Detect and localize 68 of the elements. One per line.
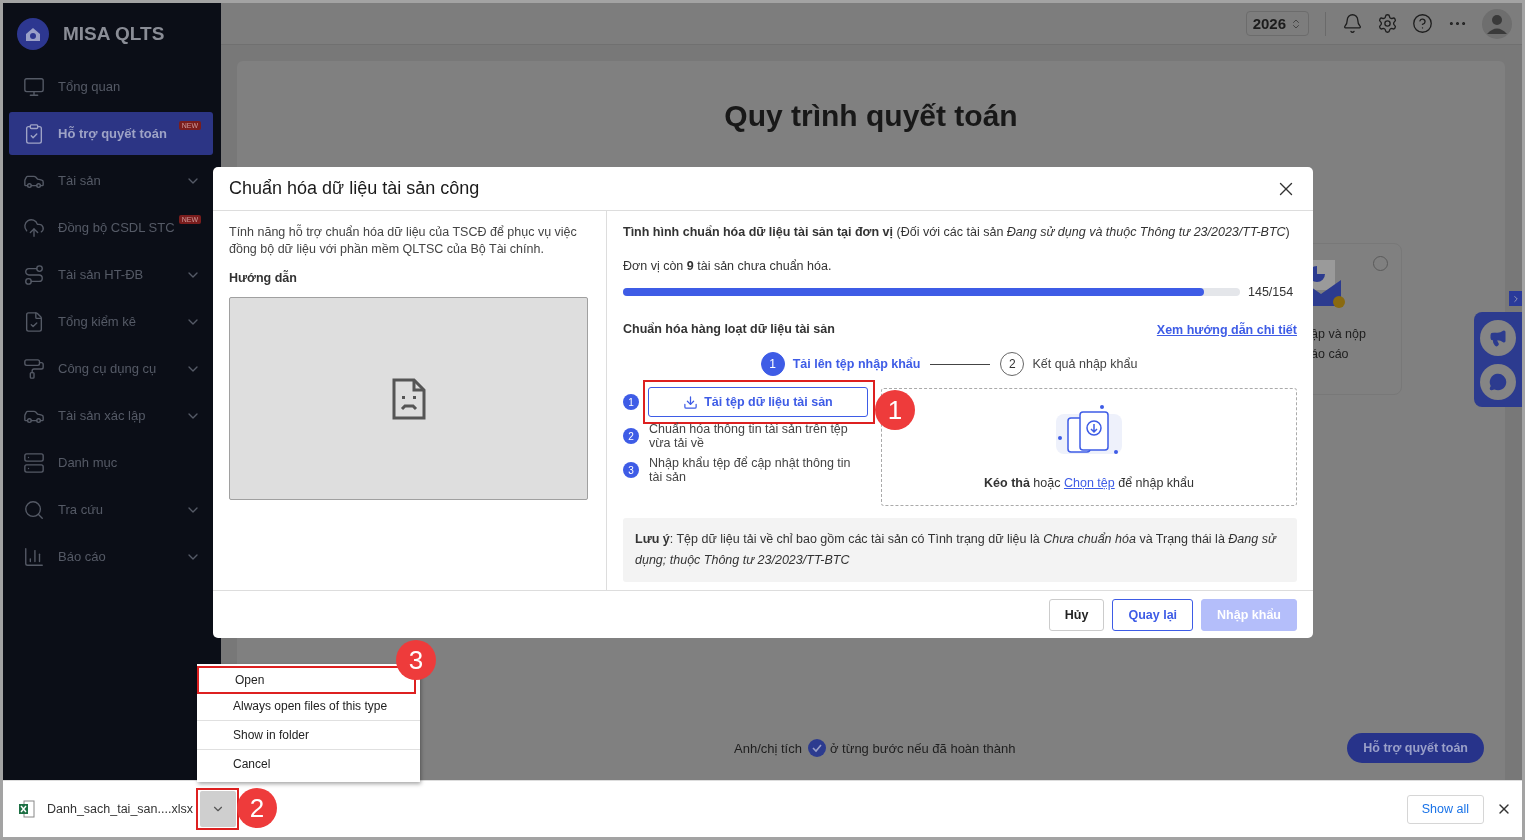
page-title: Quy trình quyết toán [724,99,1018,133]
expand-tab[interactable] [1509,291,1522,306]
bell-icon[interactable] [1342,13,1363,34]
task-number: 3 [623,462,639,478]
file-check-icon [23,310,45,333]
menu-item[interactable]: Open [199,668,394,692]
logo-icon [17,18,49,50]
note-text: Lưu ý: Tệp dữ liệu tải về chỉ bao gồm các tài sản có Tình trạng dữ liệu là Chưa chuẩn hóa và Trạng thái là Đang sử dụng; thuộc Thông tư 23/2023/TT-BTC [623,518,1297,582]
download-file-name[interactable]: Danh_sach_tai_san....xlsx [47,802,193,816]
cloud-upload-icon [23,216,45,239]
road-icon [23,263,45,286]
task-number: 1 [623,394,639,410]
monitor-icon [23,75,45,98]
progress-reading: 145/154 [1248,285,1294,299]
step-label[interactable]: Kết quả nhập khẩu [1032,357,1138,371]
download-icon [683,394,699,410]
show-all-button[interactable]: Show all [1406,794,1484,824]
feature-description: Tính năng hỗ trợ chuẩn hóa dữ liệu của TSCĐ để phục vụ việc đồng bộ dữ liệu với phần mềm QLTSC của Bộ Tài chính. [229,224,578,258]
task-text: Nhập khẩu tệp để cập nhật thông tin tài sản [649,456,852,484]
settings-icon[interactable] [1377,13,1398,34]
megaphone-button[interactable] [1480,319,1516,356]
sidebar-item[interactable]: Tra cứu [9,488,213,531]
sidebar-item[interactable]: Tài sản xác lập [9,394,213,437]
check-circle-icon [807,739,826,757]
status-heading: Tình hình chuẩn hóa dữ liệu tài sản tại đơn vị (Đối với các tài sản Đang sử dụng và thuộc Thông tư 23/2023/TT-BTC) [623,224,1291,241]
sidebar-item[interactable]: Báo cáo [9,535,213,578]
choose-file-link[interactable]: Chọn tệp [1063,476,1115,490]
task-text: Chuẩn hóa thông tin tài sản trên tệp vừa tải về [649,422,849,450]
download-data-button[interactable]: Tải tệp dữ liệu tài sản [648,387,868,417]
menu-item[interactable]: Cancel [197,752,393,776]
sidebar-item[interactable]: Tài sản [9,159,213,202]
dialog-title: Chuẩn hóa dữ liệu tài sản công [229,178,480,199]
chat-button[interactable] [1480,363,1516,400]
sidebar-item[interactable]: Tài sản HT-ĐB [9,253,213,296]
list-icon [23,451,45,474]
support-button[interactable]: Hỗ trợ quyết toán [1347,733,1484,763]
menu-item[interactable]: Always open files of this type [197,694,393,718]
sidebar-item[interactable]: Danh mục [9,441,213,484]
hint-text: Anh/chị tích [734,740,802,756]
avatar-icon[interactable] [1482,8,1512,39]
batch-heading: Chuẩn hóa hàng loạt dữ liệu tài sản [623,321,835,338]
sidebar-item[interactable]: Tổng kiểm kê [9,300,213,343]
sidebar-item[interactable]: Tổng quan [9,65,213,108]
hint-text: ở từng bước nếu đã hoàn thành [829,740,1016,756]
clipboard-check-icon [23,122,45,145]
search-icon [23,498,45,521]
dialog-button[interactable]: Quay lại [1112,598,1194,631]
spreadsheet-file-icon [19,800,35,818]
task-number: 2 [623,428,639,444]
broken-image-icon [391,377,426,420]
remaining-text: Đơn vị còn 9 tài sản chưa chuẩn hóa. [623,258,833,275]
megaphone-icon [1489,328,1507,347]
paint-roller-icon [23,357,45,380]
guide-label: Hướng dẫn [229,271,298,285]
guide-link[interactable]: Xem hướng dẫn chi tiết [1156,322,1297,337]
help-icon[interactable] [1412,13,1433,34]
step-number[interactable]: 2 [1000,352,1025,376]
bar-chart-icon [23,545,45,568]
step-label[interactable]: Tải lên tệp nhập khẩu [792,357,921,371]
chat-icon [1489,372,1507,391]
sidebar-item[interactable]: Công cụ dụng cụ [9,347,213,390]
app-name: MISA QLTS [63,23,165,45]
dialog-button[interactable]: Hủy [1048,598,1105,631]
step-number[interactable]: 1 [760,352,785,376]
year-selector[interactable]: 2026 [1245,11,1309,36]
drop-instruction: Kéo thả hoặc Chọn tệp để nhập khẩu [984,476,1194,490]
menu-item[interactable]: Show in folder [197,723,393,747]
stepper-icon [1290,17,1302,30]
